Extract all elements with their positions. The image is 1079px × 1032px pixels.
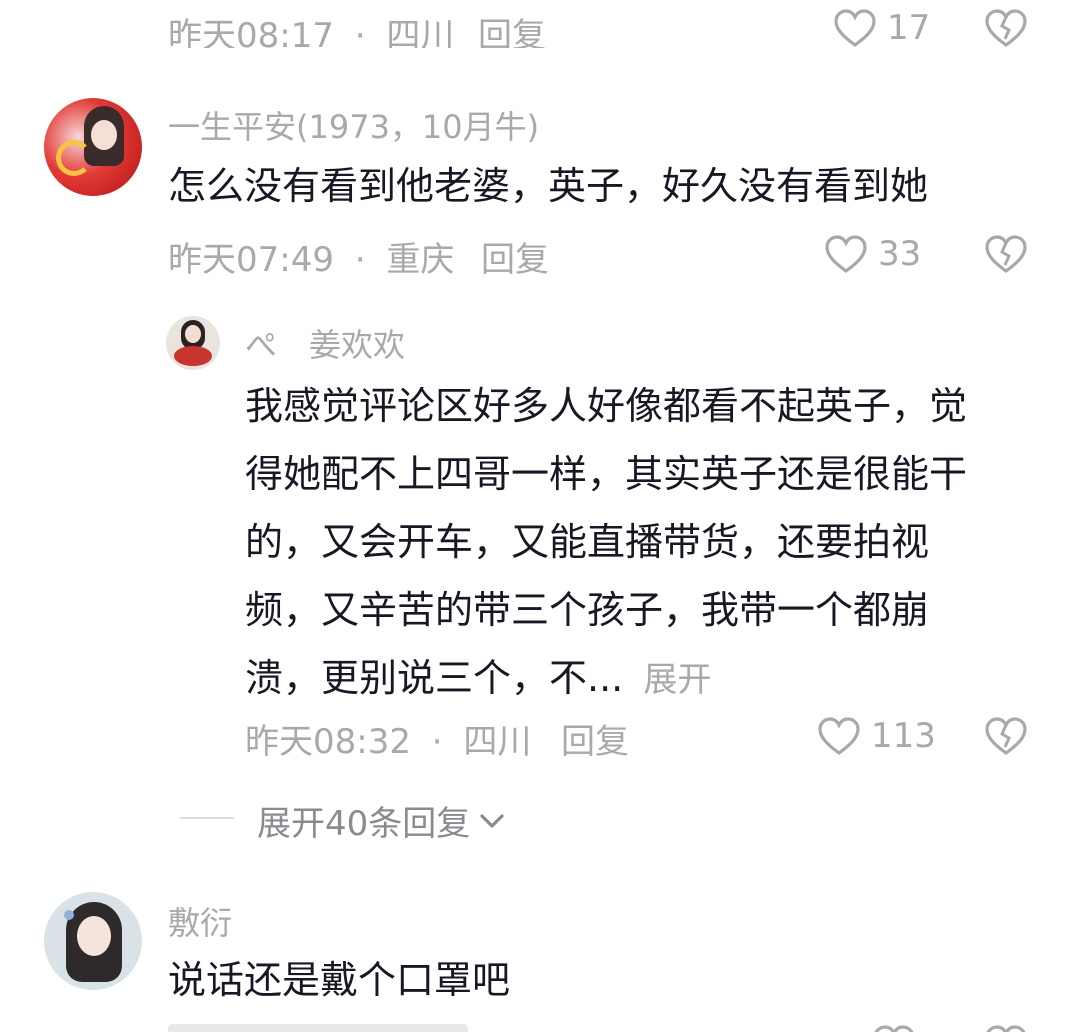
meta-separator: · [354,16,366,48]
comment-1-meta-row: 昨天08:17 · 四川 回复 17 [0,0,1079,48]
reply-text-line: 我感觉评论区好多人好像都看不起英子，觉 [245,384,968,428]
comment-time: 昨天07:49 [168,240,334,280]
avatar-face [91,120,117,150]
dislike-heart-icon [985,717,1027,755]
expand-replies-button[interactable]: 展开40条回复 [257,796,506,845]
comment-location: 四川 [386,16,455,48]
comment-text: 怎么没有看到他老婆，英子，好久没有看到她 [168,164,929,208]
reply-text-last-line: 溃，更别说三个，不... 展开 [245,644,1045,714]
comment-1-like-button[interactable]: 17 [833,8,930,48]
comment-time: 昨天08:32 [245,722,411,762]
comment-1-meta: 昨天08:17 · 四川 [168,8,454,48]
reply-text-line: 频，又辛苦的带三个孩子，我带一个都崩 [245,588,930,632]
divider-line [180,817,234,819]
avatar-flower [64,910,74,920]
comment-2-reply-button[interactable]: 回复 [481,232,549,281]
avatar-flowers [174,346,212,366]
comment-3-meta-row-partial [0,1018,1079,1032]
heart-icon [824,234,868,274]
comment-username[interactable]: 敷衍 [168,898,232,944]
heart-icon [817,716,861,756]
avatar-badge [56,140,92,176]
heart-icon [833,8,877,48]
reply-avatar[interactable] [166,316,220,370]
comment-1-dislike-button[interactable] [984,8,1028,48]
reply-text-line: 的，又会开车，又能直播带货，还要拍视 [245,520,930,564]
comment-username[interactable]: 一生平安(1973，10月牛) [168,102,539,148]
reply-text: 我感觉评论区好多人好像都看不起英子，觉 得她配不上四哥一样，其实英子还是很能干 … [245,372,1045,714]
reply-text-line: 溃，更别说三个，不... [245,656,624,700]
expand-text-button[interactable]: 展开 [643,660,711,700]
reply-reply-button[interactable]: 回复 [561,714,629,763]
comment-2-like-button[interactable]: 33 [824,234,921,274]
comment-time: 昨天08:17 [168,16,334,48]
avatar[interactable] [44,98,142,196]
comment-location: 四川 [463,722,532,762]
like-count: 113 [871,716,936,756]
comment-2-dislike-button[interactable] [984,234,1028,274]
reply-username[interactable]: ぺ 姜欢欢 [245,320,405,366]
meta-separator: · [431,722,443,762]
avatar-face [185,325,201,343]
avatar[interactable] [44,892,142,990]
comment-location: 重庆 [386,240,455,280]
meta-placeholder [168,1024,468,1032]
comment-text: 说话还是戴个口罩吧 [168,958,511,1002]
dislike-heart-icon[interactable] [984,1024,1028,1032]
heart-icon[interactable] [872,1024,916,1032]
reply-text-line: 得她配不上四哥一样，其实英子还是很能干 [245,452,968,496]
like-count: 17 [887,8,931,48]
like-count: 33 [878,234,922,274]
avatar-face [77,916,111,956]
reply-dislike-button[interactable] [984,716,1028,756]
comment-2-meta: 昨天07:49 · 重庆 [168,232,454,281]
dislike-heart-icon [985,9,1027,47]
meta-separator: · [354,240,366,280]
reply-meta: 昨天08:32 · 四川 [245,714,531,763]
dislike-heart-icon [985,235,1027,273]
chevron-down-icon [478,811,506,831]
expand-replies-label: 展开40条回复 [257,804,471,844]
reply-like-button[interactable]: 113 [817,716,936,756]
comment-1-reply-button[interactable]: 回复 [478,8,546,48]
